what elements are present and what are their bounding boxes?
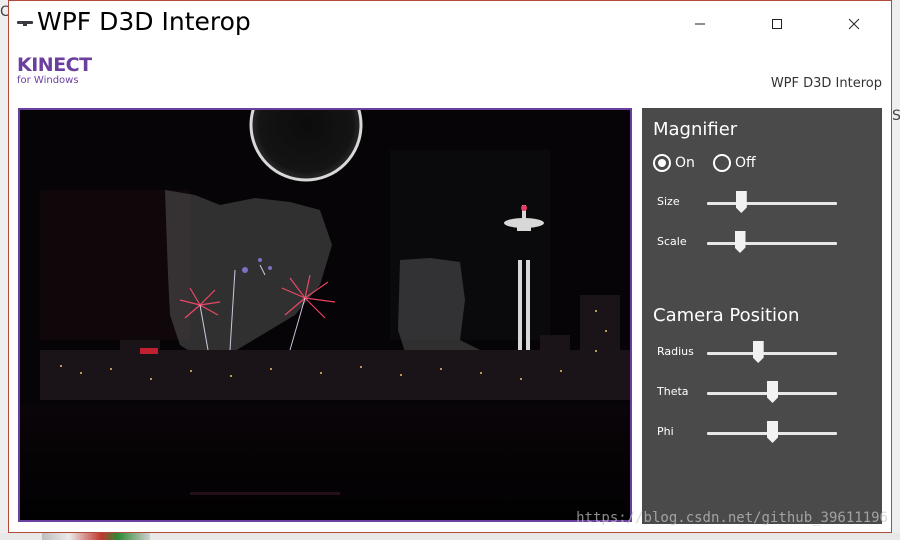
minimize-button[interactable] — [677, 1, 723, 47]
scale-slider-thumb[interactable] — [734, 231, 746, 253]
radius-slider-row: Radius — [657, 341, 872, 365]
kinect-logo: KINECT for Windows — [17, 55, 92, 87]
title-bar[interactable]: WPF D3D Interop — [9, 1, 891, 47]
app-window: WPF D3D Interop KINECT for Windows WPF D… — [8, 0, 892, 533]
close-icon — [848, 18, 860, 30]
radius-label: Radius — [657, 345, 694, 358]
radio-checked-icon — [653, 154, 671, 172]
phi-slider-thumb[interactable] — [767, 421, 778, 443]
scale-slider[interactable] — [707, 231, 837, 253]
phi-slider[interactable] — [707, 421, 837, 443]
radius-slider-thumb[interactable] — [752, 341, 764, 363]
control-panel: Magnifier On Off Size Scale Camera Posit… — [642, 108, 882, 524]
maximize-button[interactable] — [754, 1, 800, 47]
kinect-sensor-icon — [17, 21, 33, 26]
minimize-icon — [695, 23, 705, 25]
radio-unchecked-icon — [713, 154, 731, 172]
app-subtitle: WPF D3D Interop — [770, 76, 882, 91]
magnifier-on-radio[interactable]: On — [653, 154, 695, 172]
camera-position-title: Camera Position — [653, 305, 800, 326]
magnifier-title: Magnifier — [653, 119, 738, 140]
size-slider[interactable] — [707, 191, 837, 213]
logo-brand: KINECT — [17, 54, 92, 76]
size-slider-thumb[interactable] — [735, 191, 747, 213]
magnifier-off-radio[interactable]: Off — [713, 154, 756, 172]
size-label: Size — [657, 195, 680, 208]
scale-label: Scale — [657, 235, 687, 248]
window-title: WPF D3D Interop — [37, 7, 251, 36]
watermark-text: https://blog.csdn.net/github_39611196 — [576, 510, 888, 526]
radio-off-label: Off — [735, 155, 756, 171]
background-text-right: S — [892, 108, 900, 124]
close-button[interactable] — [831, 1, 877, 47]
size-slider-row: Size — [657, 191, 872, 215]
radius-slider[interactable] — [707, 341, 837, 363]
scene-image — [20, 110, 630, 520]
radio-on-label: On — [675, 155, 695, 171]
logo-subtitle: for Windows — [17, 75, 79, 86]
theta-label: Theta — [657, 385, 689, 398]
scale-slider-row: Scale — [657, 231, 872, 255]
theta-slider-row: Theta — [657, 381, 872, 405]
d3d-render-viewport[interactable] — [18, 108, 632, 522]
maximize-icon — [772, 19, 782, 29]
background-text-left: C — [0, 4, 8, 20]
theta-slider-thumb[interactable] — [767, 381, 778, 403]
theta-slider[interactable] — [707, 381, 837, 403]
phi-slider-row: Phi — [657, 421, 872, 445]
phi-label: Phi — [657, 425, 674, 438]
